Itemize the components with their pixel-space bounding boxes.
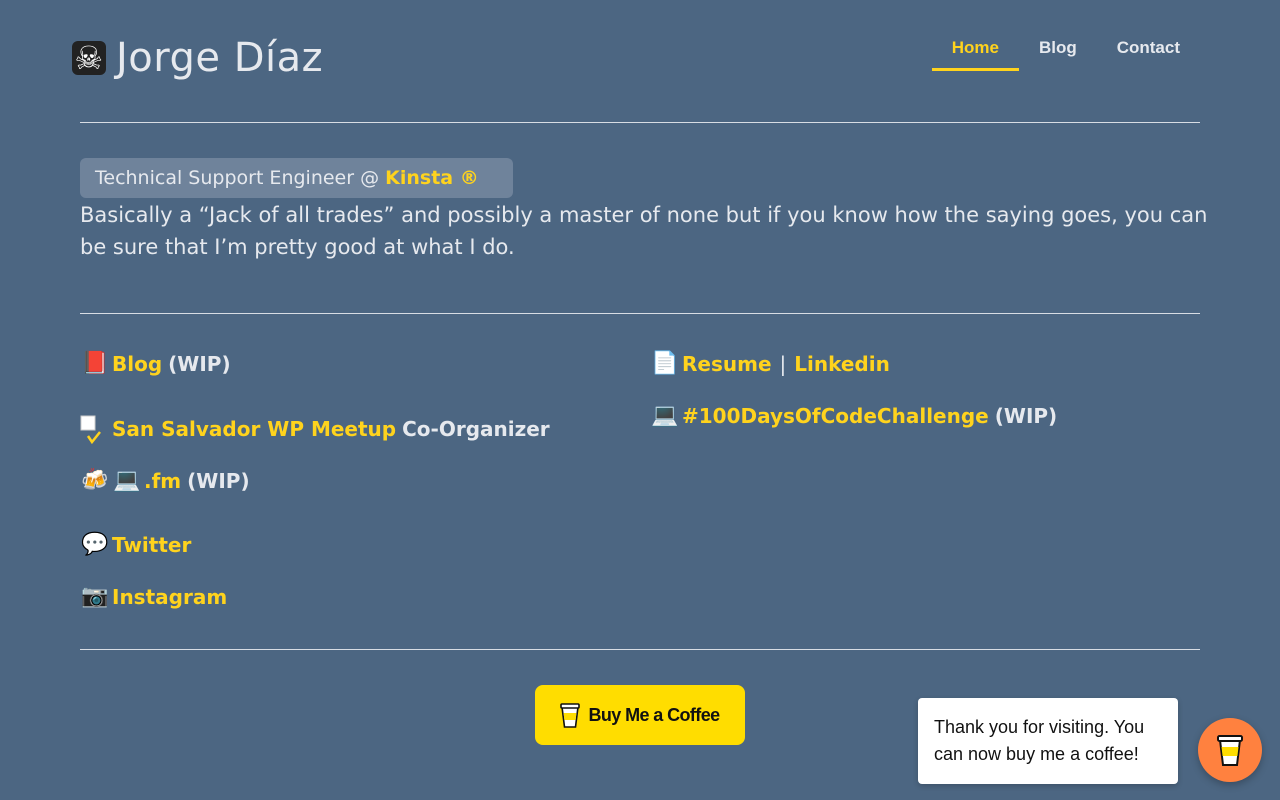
document-icon: 📄 <box>651 351 679 376</box>
coffee-cup-icon <box>1217 735 1243 766</box>
twitter-link[interactable]: Twitter <box>112 533 191 557</box>
divider <box>80 122 1200 123</box>
podcast-link[interactable]: .fm <box>144 469 181 493</box>
site-name: Jorge Díaz <box>116 35 324 81</box>
role-title: Technical Support Engineer @ <box>95 167 386 189</box>
buy-me-a-coffee-button[interactable]: Buy Me a Coffee <box>535 685 745 745</box>
beer-mugs-icon: 🍻 <box>81 468 109 493</box>
speech-bubble-icon: 💬 <box>81 532 109 557</box>
company-link[interactable]: Kinsta ® <box>385 167 479 189</box>
blog-link-item: 📕 Blog (WIP) <box>80 347 231 381</box>
laptop-icon: 💻 <box>113 468 141 493</box>
wip-label: (WIP) <box>994 404 1058 428</box>
camera-icon: 📷 <box>81 584 109 609</box>
podcast-link-item: 🍻 💻 .fm (WIP) <box>80 464 250 498</box>
challenge-link-item: 💻 #100DaysOfCodeChallenge (WIP) <box>650 399 1057 433</box>
link-separator: | <box>779 352 787 376</box>
divider <box>80 649 1200 650</box>
main-nav: Home Blog Contact <box>931 30 1200 71</box>
nav-contact[interactable]: Contact <box>1097 30 1200 62</box>
site-brand[interactable]: ☠ Jorge Díaz <box>72 32 323 84</box>
coffee-toast-message: Thank you for visiting. You can now buy … <box>918 698 1178 784</box>
blog-link[interactable]: Blog <box>112 352 162 376</box>
challenge-link[interactable]: #100DaysOfCodeChallenge <box>682 404 989 428</box>
nav-home[interactable]: Home <box>931 30 1019 71</box>
coffee-cup-icon <box>560 703 581 728</box>
role-badge: Technical Support Engineer @ Kinsta ® <box>80 158 513 198</box>
twitter-link-item: 💬 Twitter <box>80 528 191 562</box>
broken-image-icon <box>80 414 104 445</box>
coffee-widget-button[interactable] <box>1198 718 1262 782</box>
resume-link-item: 📄 Resume | Linkedin <box>650 347 890 381</box>
meetup-link[interactable]: San Salvador WP Meetup <box>112 417 396 441</box>
resume-link[interactable]: Resume <box>682 352 772 376</box>
wip-label: (WIP) <box>168 352 231 376</box>
red-book-icon: 📕 <box>81 351 109 376</box>
linkedin-link[interactable]: Linkedin <box>794 352 890 376</box>
meetup-link-item: San Salvador WP Meetup Co-Organizer <box>80 412 550 446</box>
laptop-icon: 💻 <box>651 403 679 428</box>
bio-text: Basically a “Jack of all trades” and pos… <box>80 203 1208 259</box>
skull-crossbones-icon: ☠ <box>72 41 106 75</box>
divider <box>80 313 1200 314</box>
instagram-link[interactable]: Instagram <box>112 585 227 609</box>
buy-me-a-coffee-label: Buy Me a Coffee <box>588 704 720 725</box>
wip-label: (WIP) <box>187 469 250 493</box>
nav-blog[interactable]: Blog <box>1019 30 1097 62</box>
meetup-role: Co-Organizer <box>402 417 550 441</box>
instagram-link-item: 📷 Instagram <box>80 580 227 614</box>
